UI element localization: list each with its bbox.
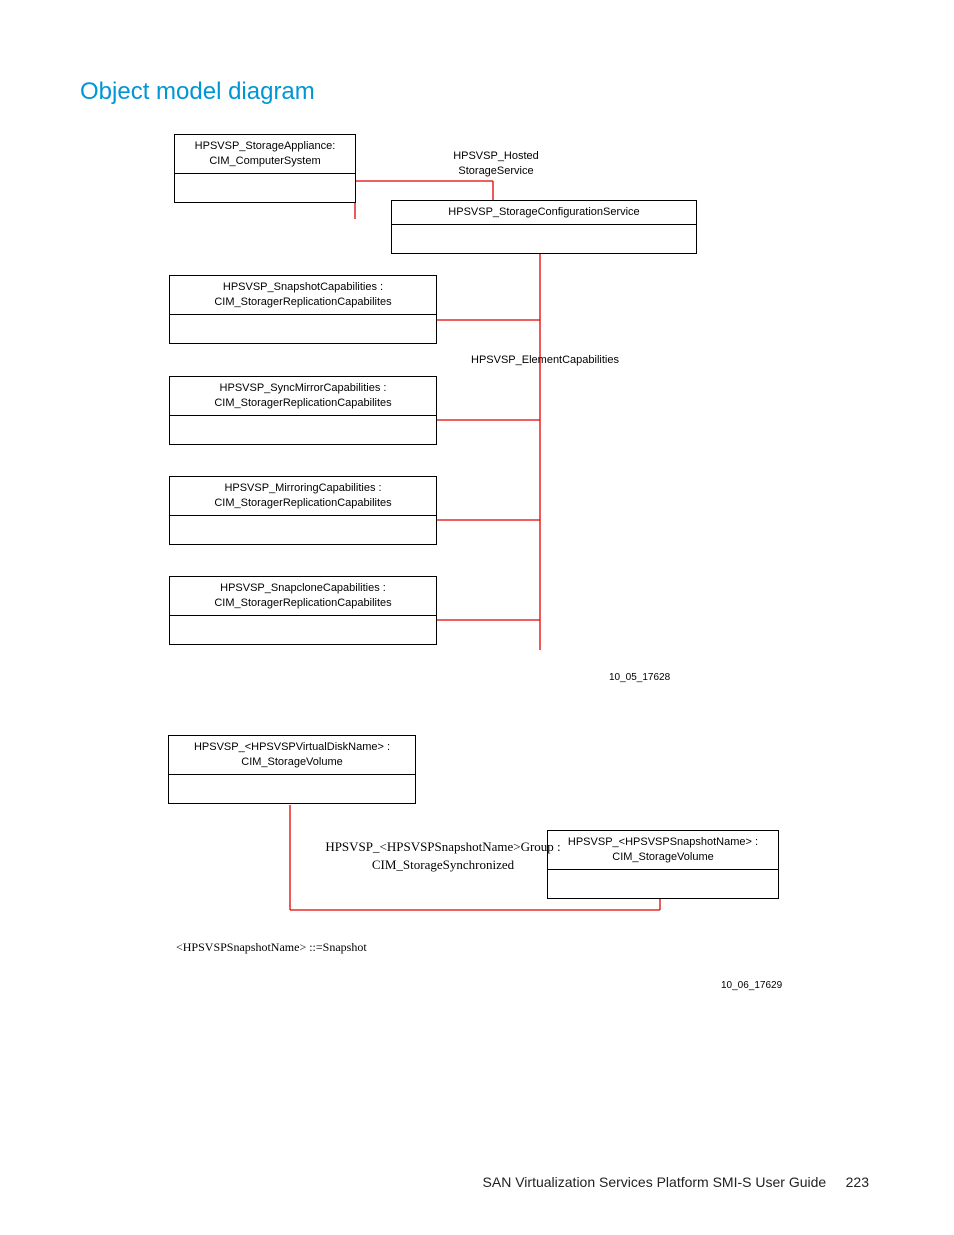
connector-lines [0, 0, 954, 1235]
box-config-service-title: HPSVSP_StorageConfigurationService [392, 201, 696, 225]
box-virtual-disk-title: HPSVSP_<HPSVSPVirtualDiskName> : CIM_Sto… [169, 736, 415, 775]
box-snapclone-caps: HPSVSP_SnapcloneCapabilities : CIM_Stora… [169, 576, 437, 645]
box-snapclone-caps-title: HPSVSP_SnapcloneCapabilities : CIM_Stora… [170, 577, 436, 616]
label-element-capabilities: HPSVSP_ElementCapabilities [455, 353, 635, 368]
box-snapshot-caps-title: HPSVSP_SnapshotCapabilities : CIM_Storag… [170, 276, 436, 315]
page-footer: SAN Virtualization Services Platform SMI… [483, 1174, 869, 1190]
box-snapshot-volume: HPSVSP_<HPSVSPSnapshotName> : CIM_Storag… [547, 830, 779, 899]
box-config-service: HPSVSP_StorageConfigurationService [391, 200, 697, 254]
box-snapshot-caps: HPSVSP_SnapshotCapabilities : CIM_Storag… [169, 275, 437, 344]
box-virtual-disk: HPSVSP_<HPSVSPVirtualDiskName> : CIM_Sto… [168, 735, 416, 804]
page-title: Object model diagram [80, 78, 315, 106]
label-snapshot-group: HPSVSP_<HPSVSPSnapshotName>Group : CIM_S… [313, 838, 573, 873]
figure-id-2: 10_06_17629 [721, 980, 782, 991]
note-snapshot-name: <HPSVSPSnapshotName> ::=Snapshot [176, 940, 367, 955]
footer-page-number: 223 [846, 1174, 869, 1190]
box-syncmirror-caps: HPSVSP_SyncMirrorCapabilities : CIM_Stor… [169, 376, 437, 445]
label-hosted-service: HPSVSP_Hosted StorageService [426, 149, 566, 179]
box-storage-appliance: HPSVSP_StorageAppliance: CIM_ComputerSys… [174, 134, 356, 203]
box-snapshot-volume-title: HPSVSP_<HPSVSPSnapshotName> : CIM_Storag… [548, 831, 778, 870]
box-mirroring-caps-title: HPSVSP_MirroringCapabilities : CIM_Stora… [170, 477, 436, 516]
box-mirroring-caps: HPSVSP_MirroringCapabilities : CIM_Stora… [169, 476, 437, 545]
footer-title: SAN Virtualization Services Platform SMI… [483, 1174, 827, 1190]
box-syncmirror-caps-title: HPSVSP_SyncMirrorCapabilities : CIM_Stor… [170, 377, 436, 416]
box-storage-appliance-title: HPSVSP_StorageAppliance: CIM_ComputerSys… [175, 135, 355, 174]
figure-id-1: 10_05_17628 [609, 672, 670, 683]
